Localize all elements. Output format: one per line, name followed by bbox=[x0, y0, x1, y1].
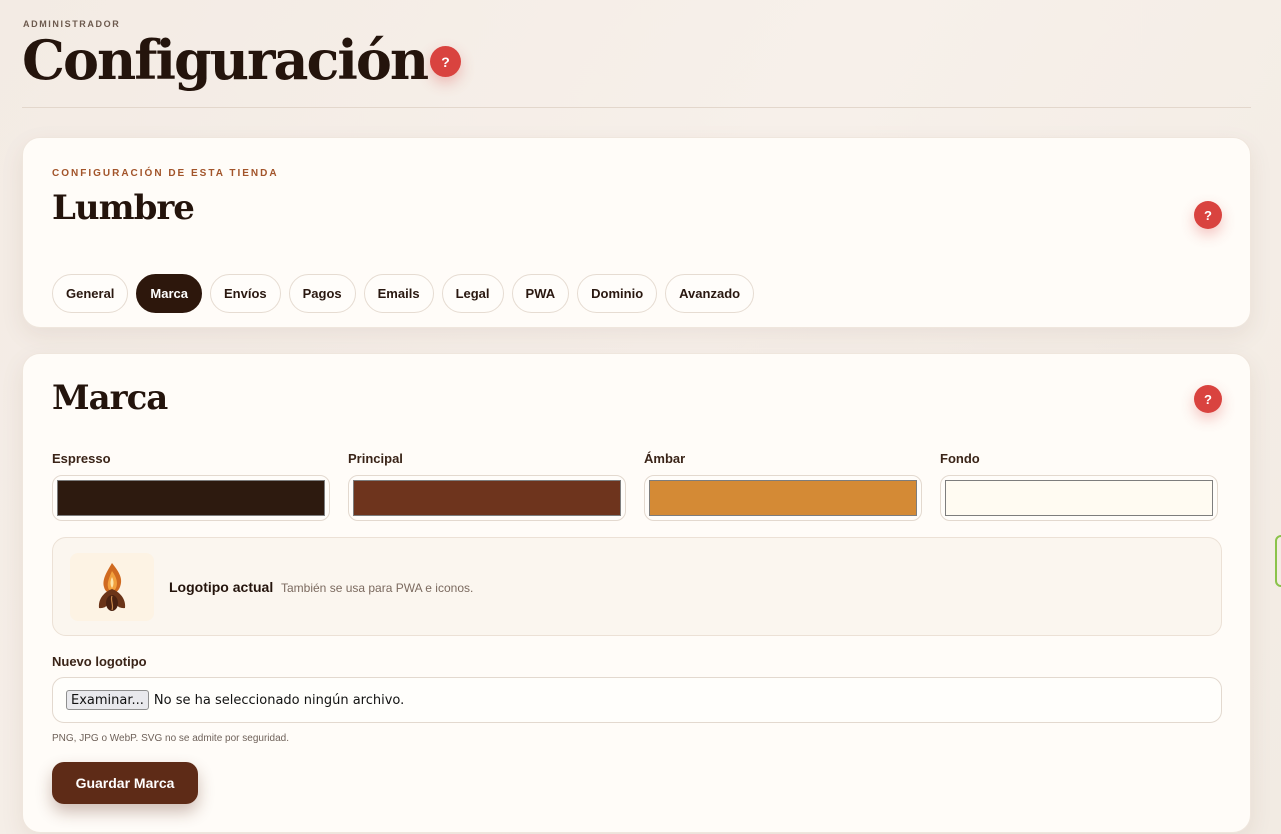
tab-dominio[interactable]: Dominio bbox=[577, 274, 658, 313]
tab-marca[interactable]: Marca bbox=[136, 274, 202, 313]
color-label: Fondo bbox=[940, 451, 980, 466]
color-label: Espresso bbox=[52, 451, 111, 466]
tab-emails[interactable]: Emails bbox=[363, 274, 434, 313]
color-swatch[interactable] bbox=[945, 480, 1213, 516]
file-format-hint: PNG, JPG o WebP. SVG no se admite por se… bbox=[52, 733, 289, 744]
tab-legal[interactable]: Legal bbox=[441, 274, 504, 313]
tab-avanzado[interactable]: Avanzado bbox=[665, 274, 755, 313]
color-field-fondo: Fondo bbox=[940, 451, 1218, 521]
tab-pwa[interactable]: PWA bbox=[511, 274, 570, 313]
brand-settings-card: Marca ? Espresso Principal Ámbar Fondo Logo… bbox=[22, 353, 1251, 833]
help-icon[interactable]: ? bbox=[1194, 201, 1222, 229]
color-label: Ámbar bbox=[644, 451, 686, 466]
coffee-flame-logo-icon bbox=[70, 553, 154, 621]
save-brand-button[interactable]: Guardar Marca bbox=[52, 762, 198, 804]
settings-tabs: General Marca Envíos Pagos Emails Legal PWA Dom… bbox=[52, 274, 755, 313]
color-swatch[interactable] bbox=[649, 480, 917, 516]
color-field-ambar: Ámbar bbox=[644, 451, 922, 521]
brand-section-title: Marca bbox=[52, 378, 168, 418]
new-logo-label: Nuevo logotipo bbox=[52, 654, 147, 669]
help-icon[interactable]: ? bbox=[430, 46, 461, 77]
store-settings-card: CONFIGURACIÓN DE ESTA TIENDA Lumbre ? Ge… bbox=[22, 137, 1251, 328]
current-logo-subtitle: También se usa para PWA e iconos. bbox=[281, 581, 474, 595]
color-field-espresso: Espresso bbox=[52, 451, 330, 521]
color-field-principal: Principal bbox=[348, 451, 626, 521]
tab-pagos[interactable]: Pagos bbox=[288, 274, 356, 313]
color-picker-principal[interactable] bbox=[348, 475, 626, 521]
file-status-text: No se ha seleccionado ningún archivo. bbox=[153, 692, 405, 708]
page-title: Configuración bbox=[22, 28, 429, 92]
store-eyebrow: CONFIGURACIÓN DE ESTA TIENDA bbox=[52, 168, 279, 179]
color-picker-espresso[interactable] bbox=[52, 475, 330, 521]
color-picker-ambar[interactable] bbox=[644, 475, 922, 521]
store-name: Lumbre bbox=[52, 188, 195, 228]
brand-colors: Espresso Principal Ámbar Fondo bbox=[52, 451, 1218, 521]
header-divider bbox=[22, 107, 1251, 108]
color-swatch[interactable] bbox=[57, 480, 325, 516]
color-picker-fondo[interactable] bbox=[940, 475, 1218, 521]
side-drawer-handle[interactable] bbox=[1275, 535, 1281, 587]
logo-file-input[interactable]: Examinar... No se ha seleccionado ningún… bbox=[52, 677, 1222, 723]
color-swatch[interactable] bbox=[353, 480, 621, 516]
current-logo-title: Logotipo actual bbox=[169, 579, 274, 595]
current-logo-panel: Logotipo actual También se usa para PWA … bbox=[52, 537, 1222, 636]
help-icon[interactable]: ? bbox=[1194, 385, 1222, 413]
color-label: Principal bbox=[348, 451, 403, 466]
tab-general[interactable]: General bbox=[52, 274, 129, 313]
browse-button[interactable]: Examinar... bbox=[66, 690, 149, 710]
tab-envios[interactable]: Envíos bbox=[210, 274, 281, 313]
logo-graphic bbox=[98, 563, 126, 611]
